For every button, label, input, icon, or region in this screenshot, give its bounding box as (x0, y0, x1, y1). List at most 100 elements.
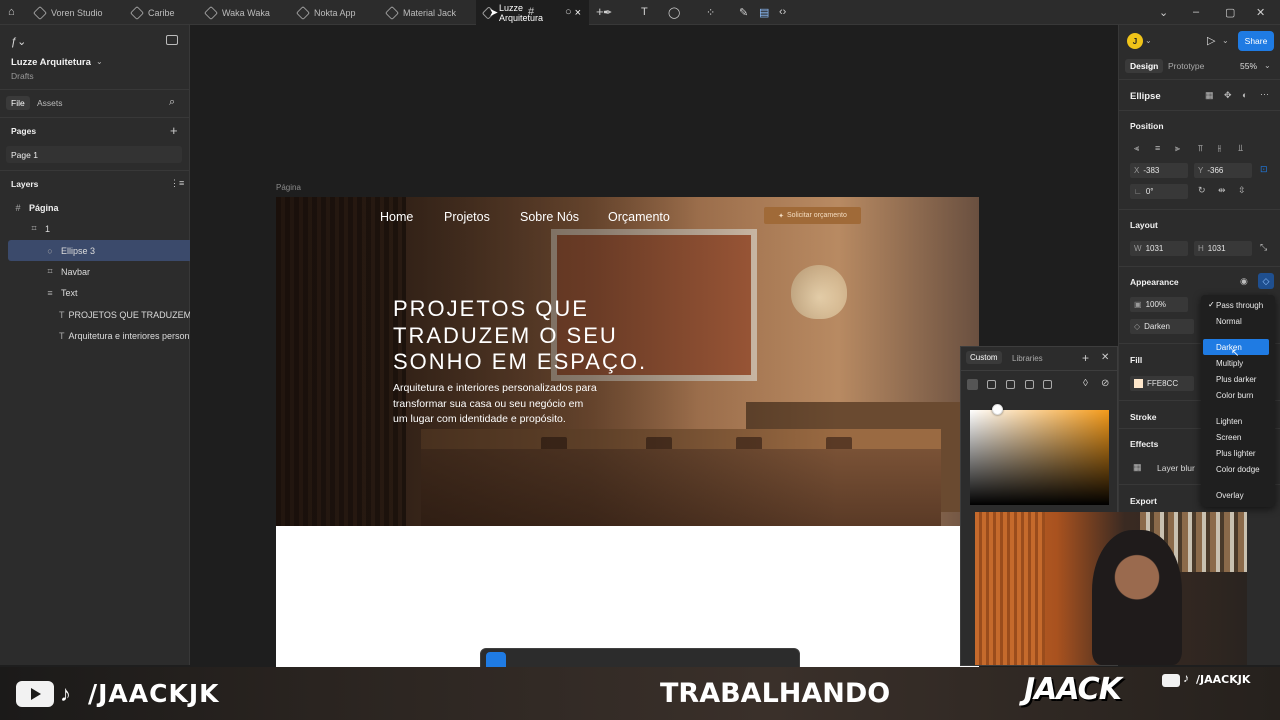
share-button[interactable]: Share (1238, 31, 1274, 51)
blend-overlay[interactable]: Overlay (1216, 491, 1244, 500)
project-title[interactable]: Luzze Arquitetura (11, 57, 91, 68)
tab-material-jack[interactable]: Material Jack (379, 0, 464, 25)
layer-name[interactable]: Ellipse (1130, 91, 1161, 102)
layer-row-ellipse-3[interactable]: ○ Ellipse 3 (8, 240, 190, 261)
page-item[interactable]: Page 1 (6, 146, 182, 163)
rotate-icon[interactable]: ↻ (1198, 185, 1206, 196)
blend-color-dodge[interactable]: Color dodge (1216, 465, 1260, 474)
blend-mode-icon[interactable]: ◇ (1258, 273, 1274, 289)
grid-icon[interactable]: ▦ (1205, 90, 1214, 101)
video-fill-icon[interactable] (1043, 380, 1052, 389)
frame-tool-icon[interactable]: # (528, 6, 534, 18)
tab-caribe[interactable]: Caribe (124, 0, 183, 25)
blend-mode-select[interactable]: ◇ Darken (1130, 319, 1194, 334)
tab-assets[interactable]: Assets (37, 98, 63, 108)
blend-lighten[interactable]: Lighten (1216, 417, 1242, 426)
fill-swatch[interactable] (1134, 379, 1143, 388)
layer-row-hero-sub[interactable]: T Arquitetura e interiores personal (0, 325, 190, 346)
tab-voren-studio[interactable]: Voren Studio (27, 0, 111, 25)
y-input[interactable]: Y -366 (1194, 163, 1252, 178)
draw-mode-icon[interactable]: ✎ (739, 6, 748, 19)
avatar[interactable]: J (1127, 33, 1143, 49)
align-left-icon[interactable]: ⫷ (1134, 143, 1139, 154)
align-right-icon[interactable]: ⫸ (1175, 143, 1180, 154)
main-menu-icon[interactable]: ƒ⌄ (11, 35, 26, 48)
constraints-icon[interactable]: ⊡ (1260, 164, 1268, 175)
more-icon[interactable]: ⋯ (1260, 89, 1269, 100)
close-icon[interactable]: × (575, 7, 581, 19)
fill-input[interactable]: FFE8CC (1130, 376, 1194, 391)
layer-row-hero-title[interactable]: TPROJETOS QUE TRADUZEM O S (0, 304, 190, 325)
nav-orcamento[interactable]: Orçamento (608, 210, 670, 224)
tab-design[interactable]: Design (1125, 59, 1164, 73)
frame-label[interactable]: Página (276, 183, 301, 192)
chevron-down-icon[interactable]: ⌄ (1145, 36, 1152, 45)
no-fill-icon[interactable]: ⊘ (1101, 378, 1109, 389)
blend-color-burn[interactable]: Color burn (1216, 391, 1253, 400)
height-input[interactable]: H 1031 (1194, 241, 1252, 256)
eye-icon[interactable]: ◉ (1240, 276, 1248, 287)
align-bottom-icon[interactable]: ⫫ (1238, 143, 1243, 154)
solid-fill-icon[interactable] (967, 379, 978, 390)
search-icon[interactable]: ⌕ (169, 96, 175, 109)
add-page-icon[interactable]: + (170, 123, 178, 138)
effect-item[interactable]: Layer blur (1157, 463, 1195, 473)
layer-row-pagina[interactable]: # Página (0, 197, 190, 218)
image-fill-icon[interactable] (1025, 380, 1034, 389)
eyedropper-icon[interactable]: ◊ (1083, 378, 1088, 389)
effect-settings-icon[interactable]: ▦ (1133, 462, 1142, 473)
layer-row-text[interactable]: ≡ Text (0, 282, 190, 303)
comment-tool-icon[interactable]: ◯ (668, 6, 680, 19)
design-mode-icon[interactable]: ▤ (759, 6, 769, 19)
layer-row-1[interactable]: ⌗ 1 (0, 218, 190, 239)
nav-home[interactable]: Home (380, 210, 413, 224)
opacity-input[interactable]: ▣ 100% (1130, 297, 1188, 312)
actions-tool-icon[interactable]: ⁘ (706, 6, 715, 19)
maximize-icon[interactable]: ▢ (1225, 6, 1235, 19)
tab-nokta-app[interactable]: Nokta App (290, 0, 364, 25)
close-icon[interactable]: ✕ (1101, 352, 1109, 363)
blend-screen[interactable]: Screen (1216, 433, 1241, 442)
blend-pass-through[interactable]: Pass through (1216, 301, 1263, 310)
window-close-icon[interactable]: ✕ (1256, 6, 1265, 19)
x-input[interactable]: X -383 (1130, 163, 1188, 178)
layer-row-navbar[interactable]: ⌗ Navbar (0, 261, 190, 282)
layers-options-icon[interactable]: ⋮≡ (170, 178, 184, 189)
tab-file[interactable]: File (6, 96, 30, 110)
cta-button[interactable]: ✦ Solicitar orçamento (764, 207, 861, 224)
text-tool-icon[interactable]: T (641, 6, 648, 18)
add-icon[interactable]: + (1082, 351, 1089, 365)
tab-prototype[interactable]: Prototype (1168, 61, 1204, 71)
width-input[interactable]: W 1031 (1130, 241, 1188, 256)
blend-plus-lighter[interactable]: Plus lighter (1216, 449, 1256, 458)
tab-libraries[interactable]: Libraries (1012, 354, 1043, 363)
pen-tool-icon[interactable]: ✒ (603, 6, 612, 19)
align-middle-icon[interactable]: ⫲ (1218, 143, 1221, 154)
dev-mode-icon[interactable]: ‹› (779, 6, 786, 18)
resize-icon[interactable]: ⤡ (1260, 242, 1267, 253)
flip-horizontal-icon[interactable]: ⇹ (1218, 185, 1226, 196)
blend-multiply[interactable]: Multiply (1216, 359, 1243, 368)
sidebar-toggle-icon[interactable] (166, 35, 178, 45)
linear-gradient-icon[interactable] (987, 380, 996, 389)
nav-projetos[interactable]: Projetos (444, 210, 490, 224)
blend-plus-darker[interactable]: Plus darker (1216, 375, 1256, 384)
tab-waka-waka[interactable]: Waka Waka (198, 0, 278, 25)
chevron-down-icon[interactable]: ⌄ (96, 57, 103, 66)
shape-tool-icon[interactable]: ○ (565, 6, 572, 18)
align-center-icon[interactable]: ≡ (1155, 143, 1160, 153)
chevron-down-icon[interactable]: ⌄ (1222, 36, 1229, 45)
flip-vertical-icon[interactable]: ⇳ (1238, 185, 1246, 196)
home-icon[interactable]: ⌂ (8, 6, 15, 18)
play-icon[interactable]: ▷ (1207, 34, 1215, 47)
color-handle[interactable] (992, 404, 1003, 415)
page-frame[interactable]: Home Projetos Sobre Nós Orçamento ✦ Solic… (276, 197, 979, 667)
align-top-icon[interactable]: ⫪ (1198, 143, 1203, 154)
blend-normal[interactable]: Normal (1216, 317, 1242, 326)
nav-sobre-nos[interactable]: Sobre Nós (520, 210, 579, 224)
minimize-icon[interactable]: – (1193, 6, 1199, 18)
radial-gradient-icon[interactable] (1006, 380, 1015, 389)
tab-custom[interactable]: Custom (966, 351, 1002, 364)
zoom-level[interactable]: 55% (1240, 61, 1257, 71)
chevron-down-icon[interactable]: ⌄ (1159, 6, 1168, 19)
